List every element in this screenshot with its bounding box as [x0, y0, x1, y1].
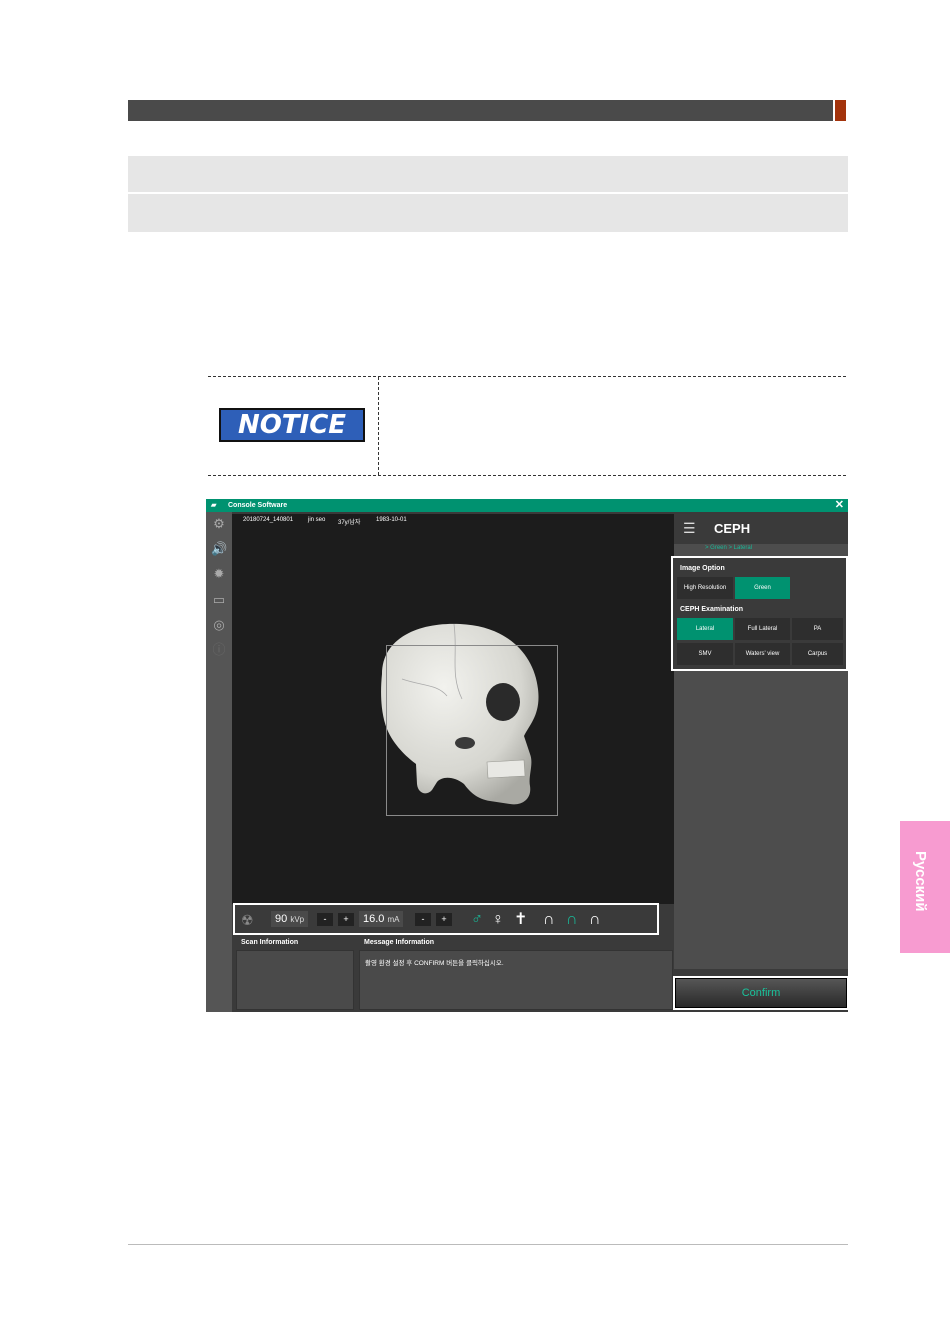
ma-decrease-button[interactable]: -	[415, 913, 431, 926]
exam-waters-view[interactable]: Waters' view	[735, 643, 790, 665]
exam-carpus[interactable]: Carpus	[792, 643, 843, 665]
option-green[interactable]: Green	[735, 577, 790, 599]
xray-icon: ☢	[241, 912, 254, 928]
exam-pa[interactable]: PA	[792, 618, 843, 640]
child-icon[interactable]: ✝	[514, 909, 527, 931]
arch-small-icon[interactable]: ∩	[589, 909, 601, 931]
confirm-button-frame: Confirm	[673, 976, 848, 1010]
exam-lateral[interactable]: Lateral	[677, 618, 733, 640]
window-titlebar: ▰ Console Software ✕	[206, 499, 848, 512]
image-viewer: 20180724_140801 jin seo 37y/남자 1983-10-0…	[232, 514, 674, 904]
kvp-increase-button[interactable]: +	[338, 913, 354, 926]
section-band	[128, 156, 848, 192]
message-info-box: 촬영 환경 설정 후 CONFIRM 버튼을 클릭하십시오.	[359, 950, 673, 1010]
app-icon: ▰	[211, 502, 217, 509]
message-info-label: Message Information	[364, 939, 435, 946]
notice-divider	[378, 377, 379, 475]
info-icon: ⓘ	[212, 642, 226, 657]
window-title: Console Software	[228, 502, 288, 509]
target-icon[interactable]: ◎	[211, 617, 227, 633]
header-accent	[835, 100, 846, 121]
option-high-resolution[interactable]: High Resolution	[677, 577, 733, 599]
ma-number: 16.0	[363, 913, 385, 925]
notice-badge: NOTICE	[219, 408, 365, 442]
image-option-label: Image Option	[680, 565, 725, 572]
header-bar	[128, 100, 833, 121]
ceph-exam-label: CEPH Examination	[680, 606, 744, 613]
exam-full-lateral[interactable]: Full Lateral	[735, 618, 790, 640]
confirm-button[interactable]: Confirm	[675, 978, 847, 1008]
adult-male-icon[interactable]: ♂	[471, 909, 483, 931]
language-tab[interactable]: Русский	[900, 821, 950, 953]
adult-female-icon[interactable]: ♀	[492, 909, 504, 931]
ma-increase-button[interactable]: +	[436, 913, 452, 926]
footer-rule	[128, 1244, 848, 1245]
kvp-decrease-button[interactable]: -	[317, 913, 333, 926]
gear-icon[interactable]: ⚙	[211, 516, 227, 532]
kvp-unit: kVp	[290, 915, 305, 924]
bug-icon[interactable]: ✹	[211, 566, 227, 582]
kvp-value: 90 kVp	[271, 911, 309, 927]
image-option-panel: Image Option High Resolution Green CEPH …	[671, 556, 848, 671]
console-software-screenshot: ▰ Console Software ✕ ⚙ 🔊 ✹ ▭ ◎ ⓘ 2018072…	[206, 499, 848, 1012]
ma-value: 16.0 mA	[359, 911, 404, 927]
menu-icon[interactable]: ☰	[683, 519, 696, 537]
arch-large-icon[interactable]: ∩	[543, 909, 555, 931]
breadcrumb: > Green > Lateral	[705, 545, 753, 551]
exam-smv[interactable]: SMV	[677, 643, 733, 665]
ceph-title: CEPH	[714, 521, 751, 536]
speaker-icon[interactable]: 🔊	[211, 541, 227, 557]
close-icon[interactable]: ✕	[835, 499, 844, 512]
roi-frame[interactable]	[386, 645, 558, 816]
left-toolbar: ⚙ 🔊 ✹ ▭ ◎ ⓘ	[206, 512, 232, 1012]
section-band	[128, 194, 848, 232]
language-tab-label: Русский	[912, 851, 929, 912]
exposure-control-bar: ☢ 90 kVp - + 16.0 mA - + ♂ ♀ ✝ ∩ ∩ ∩	[233, 903, 659, 935]
message-text: 촬영 환경 설정 후 CONFIRM 버튼을 클릭하십시오.	[365, 960, 504, 967]
monitor-icon[interactable]: ▭	[211, 592, 227, 608]
arch-medium-icon[interactable]: ∩	[566, 909, 578, 931]
ceph-panel-header: ☰ CEPH	[674, 514, 848, 544]
scan-info-label: Scan Information	[241, 939, 299, 946]
ma-unit: mA	[387, 915, 400, 924]
kvp-number: 90	[275, 913, 288, 925]
scan-info-box	[236, 950, 354, 1010]
notice-box: NOTICE	[208, 376, 846, 476]
